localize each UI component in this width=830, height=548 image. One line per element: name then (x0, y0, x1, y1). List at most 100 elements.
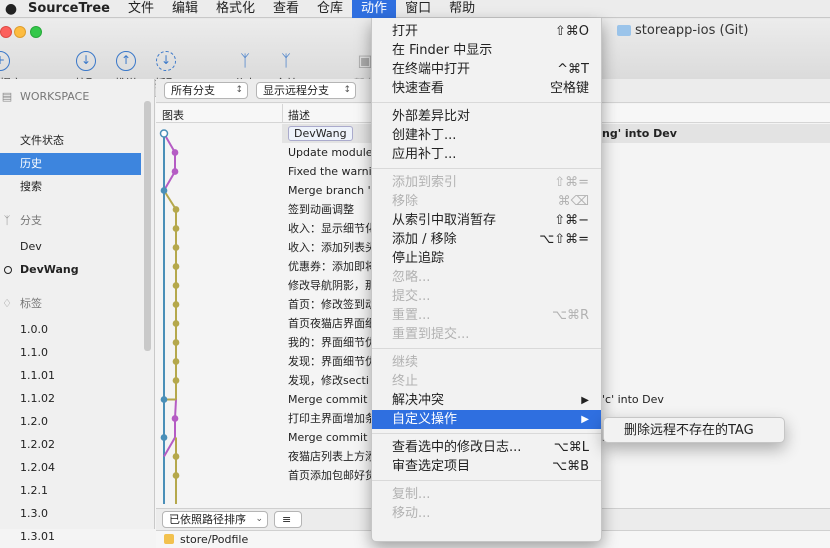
sidebar-tag-item[interactable]: 1.3.01 (0, 526, 141, 548)
menu-item-shortcut: ⇧⌘= (554, 175, 589, 190)
window-title: storeapp-ios (Git) (617, 23, 748, 38)
menu-item[interactable]: 快速查看 空格键 (372, 79, 601, 98)
menu-separator (372, 433, 601, 434)
branch-label: DevWang (20, 263, 79, 276)
branch-filter-select[interactable]: 所有分支 ↕ (164, 82, 248, 99)
sidebar-tag-item[interactable]: 1.0.0 (0, 319, 141, 341)
commit-node (172, 206, 180, 213)
menu-item-label: 重置到提交... (392, 327, 470, 342)
menu-item[interactable]: 添加 / 移除 ⌥⇧⌘= (372, 230, 601, 249)
commit-message: Update module (288, 146, 373, 159)
menu-item-label: 继续 (392, 355, 419, 370)
sidebar-tag-item[interactable]: 1.3.0 (0, 503, 141, 525)
sidebar-tag-item[interactable]: 1.1.01 (0, 365, 141, 387)
menu-item[interactable]: 应用补丁... (372, 145, 601, 164)
app-menu[interactable]: SourceTree (22, 1, 119, 16)
menu-item-label: 审查选定项目 (392, 459, 471, 474)
column-divider[interactable] (282, 104, 283, 123)
menu-item[interactable]: 停止追踪 (372, 249, 601, 268)
menu-item[interactable]: 创建补丁... (372, 126, 601, 145)
menu-bar-item[interactable]: 编辑 (163, 0, 207, 18)
workspace-header: ▤ WORKSPACE (1, 89, 90, 103)
menu-item[interactable]: 从索引中取消暂存 ⇧⌘− (372, 211, 601, 230)
sidebar-tag-item[interactable]: 1.2.04 (0, 457, 141, 479)
current-branch-icon (4, 266, 12, 274)
menu-item-label: 应用补丁... (392, 147, 457, 162)
graph-column-header[interactable]: 图表 (162, 107, 184, 123)
menu-separator (372, 168, 601, 169)
commit-node (159, 129, 169, 138)
commit-node (172, 225, 180, 232)
menu-item: 移除 ⌘⌫ (372, 192, 601, 211)
menu-item: 终止 (372, 372, 601, 391)
menu-item-label: 查看选中的修改日志... (392, 440, 522, 455)
commit-node (172, 472, 180, 479)
menu-bar-item[interactable]: 窗口 (396, 0, 440, 18)
menu-bar-item[interactable]: 格式化 (207, 0, 264, 18)
menu-separator (372, 102, 601, 103)
menu-item-delete-remote-tags[interactable]: 删除远程不存在的TAG (604, 421, 784, 440)
merge-icon: ᛉ (281, 51, 291, 70)
commit-message: Merge commit ' (288, 431, 374, 444)
menu-bar-item[interactable]: 查看 (264, 0, 308, 18)
sidebar-tag-item[interactable]: 1.1.02 (0, 388, 141, 410)
list-view-button[interactable]: ≡ (274, 511, 302, 528)
menu-item-label: 在 Finder 中显示 (392, 43, 493, 58)
commit-message: 首页添加包邮好货 (288, 469, 376, 482)
menu-item[interactable]: 在终端中打开 ^⌘T (372, 60, 601, 79)
sidebar-tag-item[interactable]: 1.2.0 (0, 411, 141, 433)
menu-item[interactable]: 审查选定项目 ⌥⌘B (372, 457, 601, 476)
menu-item[interactable]: 打开 ⇧⌘O (372, 22, 601, 41)
menu-bar-item[interactable]: 动作 (352, 0, 397, 18)
menu-bar-item[interactable]: 文件 (119, 0, 163, 18)
commit-node (172, 263, 180, 270)
commit-message: 收入：添加列表头 (288, 241, 376, 254)
sidebar-tag-item[interactable]: 1.2.02 (0, 434, 141, 456)
sidebar-branch-item[interactable]: DevWang (0, 259, 141, 281)
description-column-header[interactable]: 描述 (288, 107, 310, 123)
menu-separator (372, 480, 601, 481)
menu-item[interactable]: 自定义操作 ▶ (372, 410, 601, 429)
file-status-icon (164, 534, 174, 544)
menu-item-label: 提交... (392, 289, 431, 304)
close-window-button[interactable] (0, 26, 12, 38)
sidebar-item[interactable]: 文件状态 (0, 130, 141, 152)
menu-item-shortcut: ⌥⌘R (551, 308, 589, 323)
menu-item[interactable]: 在 Finder 中显示 (372, 41, 601, 60)
sort-select[interactable]: 已依照路径排序 ⌄ (162, 511, 268, 528)
menu-item-shortcut: ^⌘T (557, 62, 589, 77)
commit-message: Fixed the warnir (288, 165, 377, 178)
chevron-down-icon: ⌄ (255, 514, 263, 524)
menu-item[interactable]: 解决冲突 ▶ (372, 391, 601, 410)
sidebar-item[interactable]: 搜索 (0, 176, 141, 198)
menu-item: 移动... (372, 504, 601, 523)
menu-bar-item[interactable]: 帮助 (440, 0, 484, 18)
menu-item-shortcut: ⌥⌘L (553, 440, 589, 455)
menu-item[interactable]: 查看选中的修改日志... ⌥⌘L (372, 438, 601, 457)
menu-item-label: 移动... (392, 506, 431, 521)
submenu-arrow-icon: ▶ (581, 395, 589, 406)
apple-menu-icon[interactable]: ● (0, 1, 22, 17)
commit-node (172, 339, 180, 346)
sidebar-tag-item[interactable]: 1.1.0 (0, 342, 141, 364)
commit-node (172, 320, 180, 327)
menu-item: 提交... (372, 287, 601, 306)
arrow-down-icon: ↓ (76, 51, 96, 71)
zoom-window-button[interactable] (30, 26, 42, 38)
commit-node (160, 434, 168, 441)
commit-message: 签到动画调整 (288, 203, 354, 216)
sidebar-item[interactable]: 历史 (0, 153, 141, 175)
sidebar-scrollbar[interactable] (144, 101, 151, 351)
chevron-icon: ↕ (235, 85, 243, 95)
remote-filter-select[interactable]: 显示远程分支 ↕ (256, 82, 356, 99)
menu-item-label: 在终端中打开 (392, 62, 471, 77)
sidebar-tag-item[interactable]: 1.2.1 (0, 480, 141, 502)
minimize-window-button[interactable] (14, 26, 26, 38)
menu-bar-item[interactable]: 仓库 (308, 0, 352, 18)
sidebar-branch-item[interactable]: Dev (0, 236, 141, 258)
menu-item-label: 创建补丁... (392, 128, 457, 143)
file-path[interactable]: store/Podfile (180, 533, 248, 546)
commit-node (160, 187, 168, 194)
menu-item[interactable]: 外部差异比对 (372, 107, 601, 126)
menu-item-label: 移除 (392, 194, 419, 209)
